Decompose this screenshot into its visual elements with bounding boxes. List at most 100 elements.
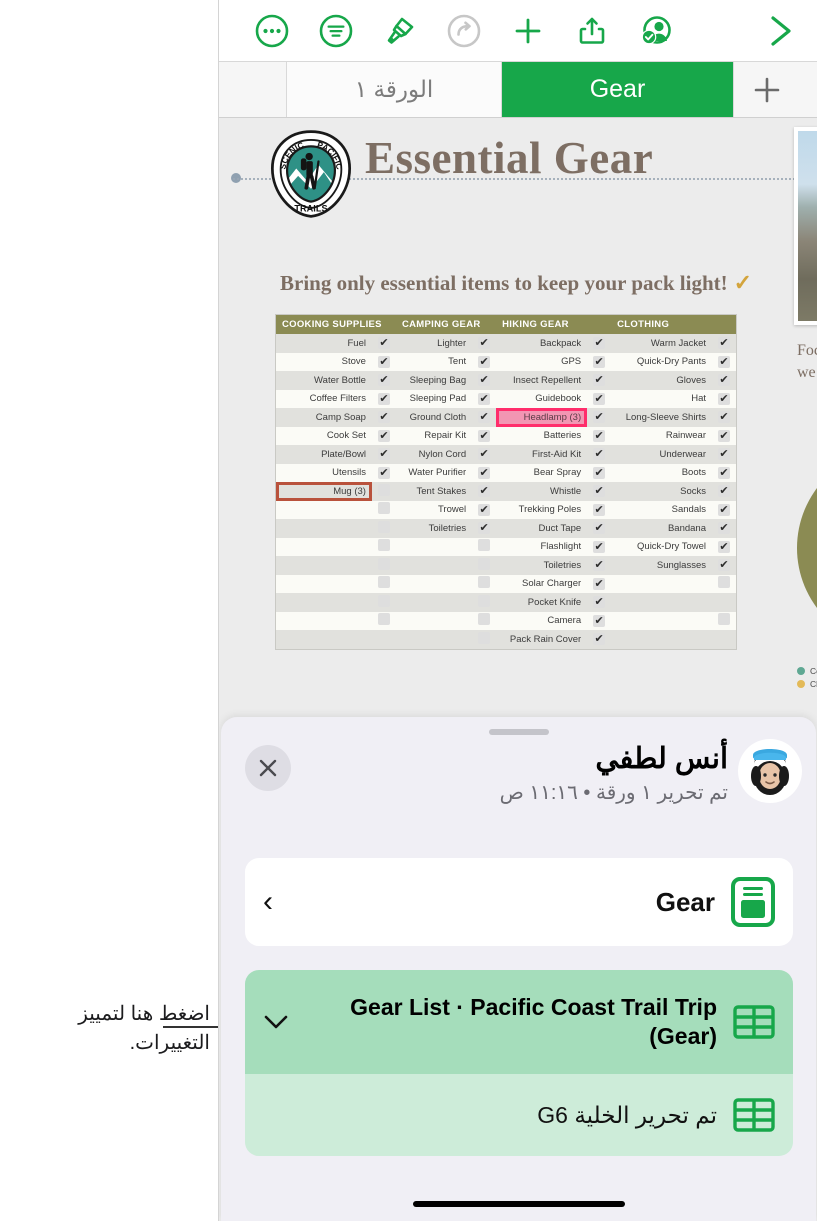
- checkbox-checked-icon[interactable]: ✔: [377, 337, 390, 350]
- checkbox-checked-icon[interactable]: ✔: [593, 503, 606, 516]
- table-cell-label[interactable]: [611, 630, 712, 649]
- table-cell-checkbox[interactable]: ✔: [472, 389, 497, 408]
- table-cell-checkbox[interactable]: ✔: [587, 426, 612, 445]
- table-cell-checkbox[interactable]: [371, 519, 396, 538]
- table-cell-checkbox[interactable]: ✔: [371, 426, 396, 445]
- format-icon[interactable]: [313, 8, 359, 54]
- table-cell-label[interactable]: Nylon Cord: [395, 445, 473, 464]
- table-cell-checkbox[interactable]: [371, 537, 396, 556]
- checkbox-checked-icon[interactable]: ✔: [377, 429, 390, 442]
- table-cell-label[interactable]: Coffee Filters: [276, 389, 372, 408]
- checkbox-checked-icon[interactable]: ✔: [593, 448, 606, 461]
- table-row[interactable]: Plate/Bowl ✔ Nylon Cord ✔ First-Aid Kit ✔ Unde…: [276, 445, 736, 464]
- share-icon[interactable]: [569, 8, 615, 54]
- sheet-grabber-handle[interactable]: [488, 729, 549, 735]
- table-cell-label[interactable]: Gloves: [611, 371, 712, 390]
- table-cell-label[interactable]: Sandals: [611, 500, 712, 519]
- checkbox-empty-icon[interactable]: [478, 557, 491, 570]
- table-cell-label[interactable]: Toiletries: [395, 519, 473, 538]
- table-cell-checkbox[interactable]: ✔: [587, 482, 612, 501]
- redo-icon[interactable]: [441, 8, 487, 54]
- checkbox-empty-icon[interactable]: [478, 539, 491, 552]
- table-cell-checkbox[interactable]: [472, 630, 497, 649]
- table-cell-label[interactable]: Sleeping Bag: [395, 371, 473, 390]
- table-cell-checkbox[interactable]: ✔: [587, 519, 612, 538]
- table-cell-label[interactable]: Boots: [611, 463, 712, 482]
- table-cell-checkbox[interactable]: ✔: [712, 463, 736, 482]
- table-row[interactable]: Pack Rain Cover ✔: [276, 630, 736, 649]
- table-cell-checkbox[interactable]: [371, 574, 396, 593]
- checkbox-checked-icon[interactable]: ✔: [377, 411, 390, 424]
- table-cell-checkbox[interactable]: ✔: [371, 371, 396, 390]
- table-cell-checkbox[interactable]: ✔: [587, 593, 612, 612]
- checkbox-checked-icon[interactable]: ✔: [478, 448, 491, 461]
- table-cell-label[interactable]: Stove: [276, 352, 372, 371]
- table-cell-checkbox[interactable]: ✔: [587, 556, 612, 575]
- table-cell-checkbox[interactable]: ✔: [712, 426, 736, 445]
- checkbox-checked-icon[interactable]: ✔: [718, 559, 730, 572]
- checkbox-empty-icon[interactable]: [377, 594, 390, 607]
- checkbox-checked-icon[interactable]: ✔: [593, 411, 606, 424]
- table-cell-checkbox[interactable]: ✔: [712, 519, 736, 538]
- table-cell-label[interactable]: [395, 537, 473, 556]
- chevron-down-icon[interactable]: [263, 1007, 289, 1038]
- table-cell-label[interactable]: Lighter: [395, 334, 473, 353]
- table-cell-label[interactable]: Mug (3): [276, 482, 372, 501]
- table-cell-label[interactable]: [276, 500, 372, 519]
- table-cell-checkbox[interactable]: ✔: [587, 408, 612, 427]
- table-cell-checkbox[interactable]: [371, 630, 396, 649]
- checkbox-checked-icon[interactable]: ✔: [377, 392, 390, 405]
- checkbox-empty-icon[interactable]: [377, 539, 390, 552]
- checkbox-checked-icon[interactable]: ✔: [718, 503, 730, 516]
- table-cell-checkbox[interactable]: ✔: [472, 519, 497, 538]
- table-cell-checkbox[interactable]: ✔: [587, 334, 612, 353]
- table-cell-label[interactable]: Flashlight: [496, 537, 588, 556]
- checkbox-empty-icon[interactable]: [377, 520, 390, 533]
- checkbox-empty-icon[interactable]: [377, 557, 390, 570]
- table-cell-label[interactable]: Rainwear: [611, 426, 712, 445]
- table-cell-label[interactable]: Whistle: [496, 482, 588, 501]
- table-cell-checkbox[interactable]: ✔: [472, 408, 497, 427]
- table-cell-checkbox[interactable]: [472, 593, 497, 612]
- checkbox-checked-icon[interactable]: ✔: [593, 577, 606, 590]
- table-cell-checkbox[interactable]: [472, 556, 497, 575]
- table-cell-label[interactable]: Long-Sleeve Shirts: [611, 408, 712, 427]
- checkbox-checked-icon[interactable]: ✔: [718, 485, 730, 498]
- table-cell-checkbox[interactable]: ✔: [587, 445, 612, 464]
- table-cell-checkbox[interactable]: ✔: [371, 463, 396, 482]
- checkbox-empty-icon[interactable]: [718, 576, 730, 589]
- table-cell-label[interactable]: [611, 574, 712, 593]
- table-cell-checkbox[interactable]: ✔: [712, 556, 736, 575]
- table-cell-checkbox[interactable]: ✔: [587, 371, 612, 390]
- table-cell-checkbox[interactable]: ✔: [712, 408, 736, 427]
- table-cell-label[interactable]: Plate/Bowl: [276, 445, 372, 464]
- checkbox-checked-icon[interactable]: ✔: [478, 374, 491, 387]
- table-row[interactable]: Fuel ✔ Lighter ✔ Backpack ✔ Warm Jacket ✔: [276, 334, 736, 353]
- table-cell-label[interactable]: [395, 611, 473, 630]
- sheet-tab-worksheet-1[interactable]: الورقة ١: [287, 62, 502, 117]
- table-cell-label[interactable]: Guidebook: [496, 389, 588, 408]
- checkbox-checked-icon[interactable]: ✔: [593, 614, 606, 627]
- add-sheet-button[interactable]: [734, 62, 800, 117]
- table-cell-checkbox[interactable]: ✔: [371, 352, 396, 371]
- checkbox-checked-icon[interactable]: ✔: [718, 429, 730, 442]
- table-row[interactable]: Toiletries ✔ Duct Tape ✔ Bandana ✔: [276, 519, 736, 538]
- checkbox-empty-icon[interactable]: [377, 483, 390, 496]
- table-cell-checkbox[interactable]: ✔: [587, 537, 612, 556]
- checkbox-checked-icon[interactable]: ✔: [718, 374, 730, 387]
- table-cell-label[interactable]: [276, 593, 372, 612]
- table-cell-label[interactable]: Tent: [395, 352, 473, 371]
- table-cell-label[interactable]: Backpack: [496, 334, 588, 353]
- table-cell-label[interactable]: [395, 556, 473, 575]
- table-cell-label[interactable]: Bandana: [611, 519, 712, 538]
- table-cell-checkbox[interactable]: ✔: [712, 500, 736, 519]
- table-cell-label[interactable]: Duct Tape: [496, 519, 588, 538]
- table-cell-label[interactable]: Utensils: [276, 463, 372, 482]
- table-cell-label[interactable]: Warm Jacket: [611, 334, 712, 353]
- table-cell-label[interactable]: Quick-Dry Towel: [611, 537, 712, 556]
- table-cell-checkbox[interactable]: ✔: [371, 445, 396, 464]
- checkbox-checked-icon[interactable]: ✔: [593, 633, 606, 646]
- table-cell-checkbox[interactable]: [712, 630, 736, 649]
- more-icon[interactable]: [249, 8, 295, 54]
- table-cell-label[interactable]: Ground Cloth: [395, 408, 473, 427]
